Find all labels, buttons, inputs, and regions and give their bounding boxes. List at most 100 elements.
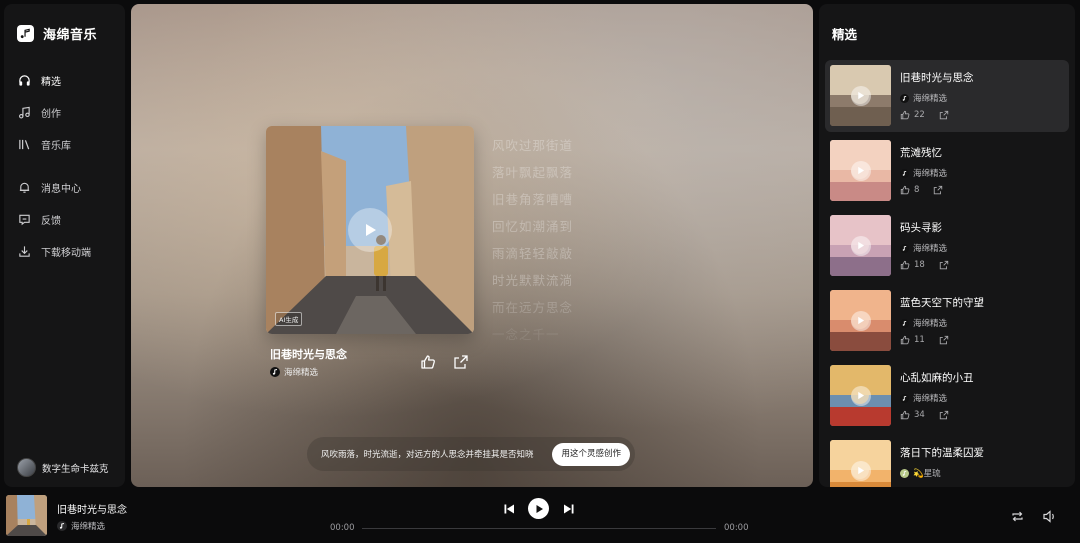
player-artist[interactable]: 海绵精选 xyxy=(57,520,105,532)
sidebar-item-featured[interactable]: 精选 xyxy=(17,64,121,96)
featured-play-button[interactable] xyxy=(850,460,871,481)
next-button[interactable] xyxy=(562,502,576,516)
featured-item-artist[interactable]: 海绵精选 xyxy=(900,242,947,254)
artist-logo-icon xyxy=(57,521,67,531)
featured-item[interactable]: 落日下的温柔囚爱 💫星琉 xyxy=(825,435,1069,487)
play-icon xyxy=(858,316,865,325)
sidebar-item-label: 精选 xyxy=(41,76,61,88)
artist-name: 海绵精选 xyxy=(913,244,948,254)
featured-play-button[interactable] xyxy=(850,385,871,406)
share-button[interactable] xyxy=(453,354,469,370)
song-artist[interactable]: 海绵精选 xyxy=(270,366,318,378)
user-profile[interactable]: 数字生命卡兹克 xyxy=(17,458,109,477)
share-icon[interactable] xyxy=(933,185,943,195)
featured-item[interactable]: 码头寻影 海绵精选 18 xyxy=(825,210,1069,285)
volume-button[interactable] xyxy=(1042,509,1057,524)
previous-button[interactable] xyxy=(502,502,516,516)
sidebar-item-create[interactable]: 创作 xyxy=(17,96,121,128)
sidebar-item-download[interactable]: 下载移动端 xyxy=(17,235,121,267)
featured-item-cover[interactable] xyxy=(830,215,891,276)
featured-panel: 精选 旧巷时光与思念 海绵精选 22 荒滩残忆 海绵精选 8 码头寻影 海绵精选… xyxy=(819,4,1075,487)
featured-item-title[interactable]: 心乱如麻的小丑 xyxy=(900,370,974,385)
player-song-title[interactable]: 旧巷时光与思念 xyxy=(57,501,127,516)
play-icon xyxy=(366,224,376,236)
featured-play-button[interactable] xyxy=(850,310,871,331)
sidebar-item-label: 消息中心 xyxy=(41,183,81,195)
lyrics-panel: 风吹过那街道 落叶飘起飘落 旧巷角落嘈嘈 回忆如潮涌到 雨滴轻轻敲敲 时光默默流… xyxy=(492,132,612,348)
featured-item-cover[interactable] xyxy=(830,365,891,426)
featured-item-cover[interactable] xyxy=(830,440,891,487)
like-button[interactable] xyxy=(420,354,436,370)
artist-name: 海绵精选 xyxy=(913,394,948,404)
song-title[interactable]: 旧巷时光与思念 xyxy=(270,346,347,362)
featured-item-artist[interactable]: 海绵精选 xyxy=(900,167,947,179)
sidebar-item-messages[interactable]: 消息中心 xyxy=(17,171,121,203)
loop-button[interactable] xyxy=(1010,509,1025,524)
user-name: 数字生命卡兹克 xyxy=(42,463,109,475)
play-icon xyxy=(858,391,865,400)
create-with-inspiration-button[interactable]: 用这个灵感创作 xyxy=(552,443,630,466)
bell-icon xyxy=(17,180,31,194)
player-cover[interactable] xyxy=(6,495,47,536)
featured-item-artist[interactable]: 海绵精选 xyxy=(900,317,947,329)
sidebar-item-feedback[interactable]: 反馈 xyxy=(17,203,121,235)
artist-name: 海绵精选 xyxy=(284,368,319,378)
thumbs-up-icon[interactable] xyxy=(900,110,910,120)
featured-item-title[interactable]: 蓝色天空下的守望 xyxy=(900,295,984,310)
featured-play-button[interactable] xyxy=(850,235,871,256)
ai-generated-badge: AI生成 xyxy=(275,312,303,326)
sidebar-nav: 精选 创作 音乐库 消息中心 反馈 下载移动端 xyxy=(17,64,121,267)
share-icon[interactable] xyxy=(939,335,949,345)
featured-item-title[interactable]: 旧巷时光与思念 xyxy=(900,70,974,85)
featured-item[interactable]: 旧巷时光与思念 海绵精选 22 xyxy=(825,60,1069,132)
artist-logo-icon xyxy=(900,318,909,328)
skip-forward-icon xyxy=(564,504,574,514)
featured-item-cover[interactable] xyxy=(830,140,891,201)
like-count: 8 xyxy=(914,185,920,195)
like-count: 22 xyxy=(914,110,925,120)
lyric-line: 风吹过那街道 xyxy=(492,138,574,153)
volume-icon xyxy=(1043,510,1054,523)
featured-item-meta: 22 xyxy=(900,110,949,120)
player-bar: 旧巷时光与思念 海绵精选 00:00 00:00 xyxy=(0,490,1080,543)
featured-item-meta: 8 xyxy=(900,185,943,195)
share-icon[interactable] xyxy=(939,260,949,270)
featured-item[interactable]: 荒滩残忆 海绵精选 8 xyxy=(825,135,1069,210)
lyric-line: 雨滴轻轻敲敲 xyxy=(492,246,574,261)
featured-item-artist[interactable]: 💫星琉 xyxy=(900,467,941,479)
play-button[interactable] xyxy=(528,498,549,519)
thumbs-up-icon[interactable] xyxy=(900,185,910,195)
sidebar-item-library[interactable]: 音乐库 xyxy=(17,128,121,160)
current-time: 00:00 xyxy=(330,523,355,533)
lyric-line: 回忆如潮涌到 xyxy=(492,219,574,234)
featured-item-title[interactable]: 荒滩残忆 xyxy=(900,145,942,160)
sidebar-item-label: 音乐库 xyxy=(41,140,71,152)
cover-play-button[interactable] xyxy=(348,208,392,252)
album-cover[interactable]: AI生成 xyxy=(266,126,474,334)
brand[interactable]: 海绵音乐 xyxy=(17,24,97,43)
featured-play-button[interactable] xyxy=(850,85,871,106)
inspiration-prompt-bar: 风吹雨落，时光流逝，对远方的人思念并牵挂其是否知晓 用这个灵感创作 xyxy=(307,437,635,471)
thumbs-up-icon[interactable] xyxy=(900,260,910,270)
share-icon[interactable] xyxy=(939,110,949,120)
play-icon xyxy=(858,166,865,175)
artist-logo-icon xyxy=(900,393,909,403)
featured-item-cover[interactable] xyxy=(830,290,891,351)
featured-item-title[interactable]: 落日下的温柔囚爱 xyxy=(900,445,984,460)
featured-item-artist[interactable]: 海绵精选 xyxy=(900,392,947,404)
featured-item[interactable]: 蓝色天空下的守望 海绵精选 11 xyxy=(825,285,1069,360)
featured-item-artist[interactable]: 海绵精选 xyxy=(900,92,947,104)
artist-logo-icon xyxy=(270,367,280,377)
featured-item-title[interactable]: 码头寻影 xyxy=(900,220,942,235)
thumbs-up-icon[interactable] xyxy=(900,335,910,345)
thumbs-up-icon[interactable] xyxy=(900,410,910,420)
artist-logo-icon xyxy=(900,168,909,178)
featured-item-cover[interactable] xyxy=(830,65,891,126)
share-icon[interactable] xyxy=(939,410,949,420)
player-artist-name: 海绵精选 xyxy=(71,522,106,532)
featured-play-button[interactable] xyxy=(850,160,871,181)
featured-item[interactable]: 心乱如麻的小丑 海绵精选 34 xyxy=(825,360,1069,435)
headphones-icon xyxy=(17,73,31,87)
progress-bar[interactable] xyxy=(362,528,716,529)
featured-list: 旧巷时光与思念 海绵精选 22 荒滩残忆 海绵精选 8 码头寻影 海绵精选 18… xyxy=(825,60,1069,487)
